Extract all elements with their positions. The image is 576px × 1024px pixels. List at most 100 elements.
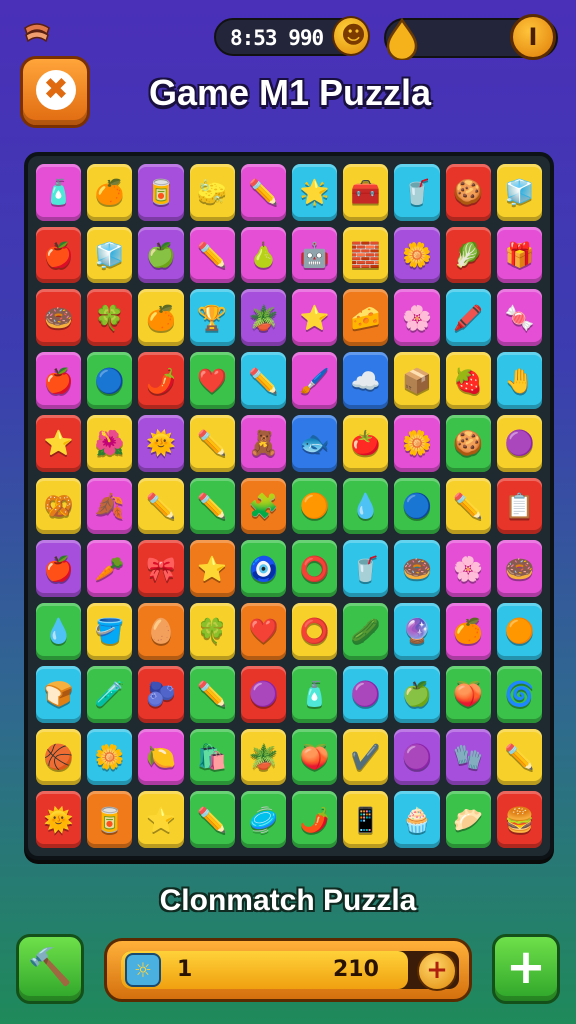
game-tile[interactable]: 🌼 bbox=[87, 728, 133, 786]
game-tile[interactable]: 🖌️ bbox=[292, 352, 338, 409]
game-tile[interactable]: 🪴 bbox=[240, 289, 286, 347]
game-tile[interactable]: 🥕 bbox=[87, 540, 133, 598]
game-tile[interactable]: 🍪 bbox=[445, 164, 491, 221]
game-tile[interactable]: 🫐 bbox=[138, 665, 184, 723]
game-tile[interactable]: ⭐ bbox=[36, 414, 82, 472]
game-tile[interactable]: 🟣 bbox=[343, 665, 389, 723]
close-button[interactable]: ✖ bbox=[20, 56, 90, 128]
game-tile[interactable]: 🍂 bbox=[87, 477, 133, 535]
game-tile[interactable]: 🍩 bbox=[496, 540, 542, 598]
game-tile[interactable]: 🥟 bbox=[445, 791, 491, 848]
game-tile[interactable]: 🟠 bbox=[292, 477, 338, 535]
game-tile[interactable]: ✏️ bbox=[189, 665, 235, 723]
game-tile[interactable]: 🌼 bbox=[394, 226, 440, 284]
game-tile[interactable]: 🍩 bbox=[36, 289, 82, 347]
game-tile[interactable]: 🥏 bbox=[240, 791, 286, 848]
game-tile[interactable]: 🧱 bbox=[343, 226, 389, 284]
game-tile[interactable]: ✏️ bbox=[189, 791, 235, 848]
game-tile[interactable]: ✏️ bbox=[496, 728, 542, 786]
game-tile[interactable]: 🧽 bbox=[189, 164, 235, 221]
game-tile[interactable]: 🍀 bbox=[189, 603, 235, 660]
game-tile[interactable]: ⭐ bbox=[138, 791, 184, 848]
game-tile[interactable]: 🤖 bbox=[292, 226, 338, 284]
game-tile[interactable]: 🎁 bbox=[496, 226, 542, 284]
game-tile[interactable]: 🏆 bbox=[189, 289, 235, 347]
game-tile[interactable]: 🍪 bbox=[445, 414, 491, 472]
game-tile[interactable]: 🍑 bbox=[445, 665, 491, 723]
game-tile[interactable]: 🥚 bbox=[138, 603, 184, 660]
game-tile[interactable]: 🥬 bbox=[445, 226, 491, 284]
game-tile[interactable]: ❤️ bbox=[189, 352, 235, 409]
game-tile[interactable]: 🍅 bbox=[343, 414, 389, 472]
game-tile[interactable]: 🍀 bbox=[87, 289, 133, 347]
game-tile[interactable]: 🧤 bbox=[445, 728, 491, 786]
game-tile[interactable]: 🪣 bbox=[87, 603, 133, 660]
game-tile[interactable]: 🟣 bbox=[496, 414, 542, 472]
game-tile[interactable]: 💧 bbox=[36, 603, 82, 660]
game-tile[interactable]: 🧿 bbox=[240, 540, 286, 598]
game-tile[interactable]: ✏️ bbox=[240, 164, 286, 221]
game-tile[interactable]: 🌺 bbox=[87, 414, 133, 472]
game-tile[interactable]: 🧰 bbox=[343, 164, 389, 221]
game-tile[interactable]: 🐟 bbox=[292, 414, 338, 472]
game-tile[interactable]: 🤚 bbox=[496, 352, 542, 409]
game-tile[interactable]: 🍬 bbox=[496, 289, 542, 347]
game-tile[interactable]: 🥫 bbox=[87, 791, 133, 848]
game-tile[interactable]: 🍊 bbox=[445, 603, 491, 660]
game-tile[interactable]: 🔵 bbox=[394, 477, 440, 535]
game-tile[interactable]: 💧 bbox=[343, 477, 389, 535]
game-tile[interactable]: 🍊 bbox=[138, 289, 184, 347]
game-tile[interactable]: 🌶️ bbox=[292, 791, 338, 848]
game-tile[interactable]: 🌞 bbox=[36, 791, 82, 848]
game-tile[interactable]: 🎀 bbox=[138, 540, 184, 598]
game-tile[interactable]: 🛍️ bbox=[189, 728, 235, 786]
game-tile[interactable]: ✏️ bbox=[189, 226, 235, 284]
game-tile[interactable]: 🍏 bbox=[394, 665, 440, 723]
game-tile[interactable]: ⭕ bbox=[292, 540, 338, 598]
game-tile[interactable]: 🟣 bbox=[240, 665, 286, 723]
game-tile[interactable]: 🍎 bbox=[36, 352, 82, 409]
game-tile[interactable]: 🌶️ bbox=[138, 352, 184, 409]
game-tile[interactable]: 🍎 bbox=[36, 226, 82, 284]
game-tile[interactable]: 📋 bbox=[496, 477, 542, 535]
game-tile[interactable]: 🍊 bbox=[87, 164, 133, 221]
game-tile[interactable]: ⭐ bbox=[189, 540, 235, 598]
add-button[interactable]: + bbox=[492, 934, 560, 1004]
game-tile[interactable]: 📦 bbox=[394, 352, 440, 409]
game-tile[interactable]: ✏️ bbox=[240, 352, 286, 409]
game-tile[interactable]: 🌀 bbox=[496, 665, 542, 723]
game-tile[interactable]: 🏀 bbox=[36, 728, 82, 786]
game-tile[interactable]: 🥨 bbox=[36, 477, 82, 535]
game-tile[interactable]: 🥤 bbox=[343, 540, 389, 598]
game-tile[interactable]: ✏️ bbox=[189, 414, 235, 472]
game-tile[interactable]: 🍎 bbox=[36, 540, 82, 598]
game-tile[interactable]: 🧊 bbox=[496, 164, 542, 221]
game-tile[interactable]: ⭕ bbox=[292, 603, 338, 660]
game-tile[interactable]: 🍐 bbox=[240, 226, 286, 284]
game-tile[interactable]: 🔵 bbox=[87, 352, 133, 409]
game-tile[interactable]: 🍞 bbox=[36, 665, 82, 723]
game-tile[interactable]: ✏️ bbox=[138, 477, 184, 535]
game-tile[interactable]: 🌼 bbox=[394, 414, 440, 472]
game-tile[interactable]: 🥒 bbox=[343, 603, 389, 660]
game-tile[interactable]: 🧴 bbox=[292, 665, 338, 723]
game-tile[interactable]: 🧸 bbox=[240, 414, 286, 472]
game-tile[interactable]: 🧁 bbox=[394, 791, 440, 848]
game-tile[interactable]: 🧩 bbox=[240, 477, 286, 535]
game-tile[interactable]: 🍑 bbox=[292, 728, 338, 786]
game-tile[interactable]: 🟣 bbox=[394, 728, 440, 786]
hammer-button[interactable]: 🔨 bbox=[16, 934, 84, 1004]
game-tile[interactable]: 🌸 bbox=[445, 540, 491, 598]
game-tile[interactable]: 🪴 bbox=[240, 728, 286, 786]
game-tile[interactable]: 🖍️ bbox=[445, 289, 491, 347]
game-tile[interactable]: 🧀 bbox=[343, 289, 389, 347]
game-tile[interactable]: ⭐ bbox=[292, 289, 338, 347]
game-tile[interactable]: 📱 bbox=[343, 791, 389, 848]
game-tile[interactable]: 🌟 bbox=[292, 164, 338, 221]
game-tile[interactable]: ☁️ bbox=[343, 352, 389, 409]
game-tile[interactable]: 🍋 bbox=[138, 728, 184, 786]
game-tile[interactable]: 🔮 bbox=[394, 603, 440, 660]
energy-button[interactable]: I bbox=[510, 14, 556, 60]
game-tile[interactable]: 🍓 bbox=[445, 352, 491, 409]
game-tile[interactable]: ✔️ bbox=[343, 728, 389, 786]
